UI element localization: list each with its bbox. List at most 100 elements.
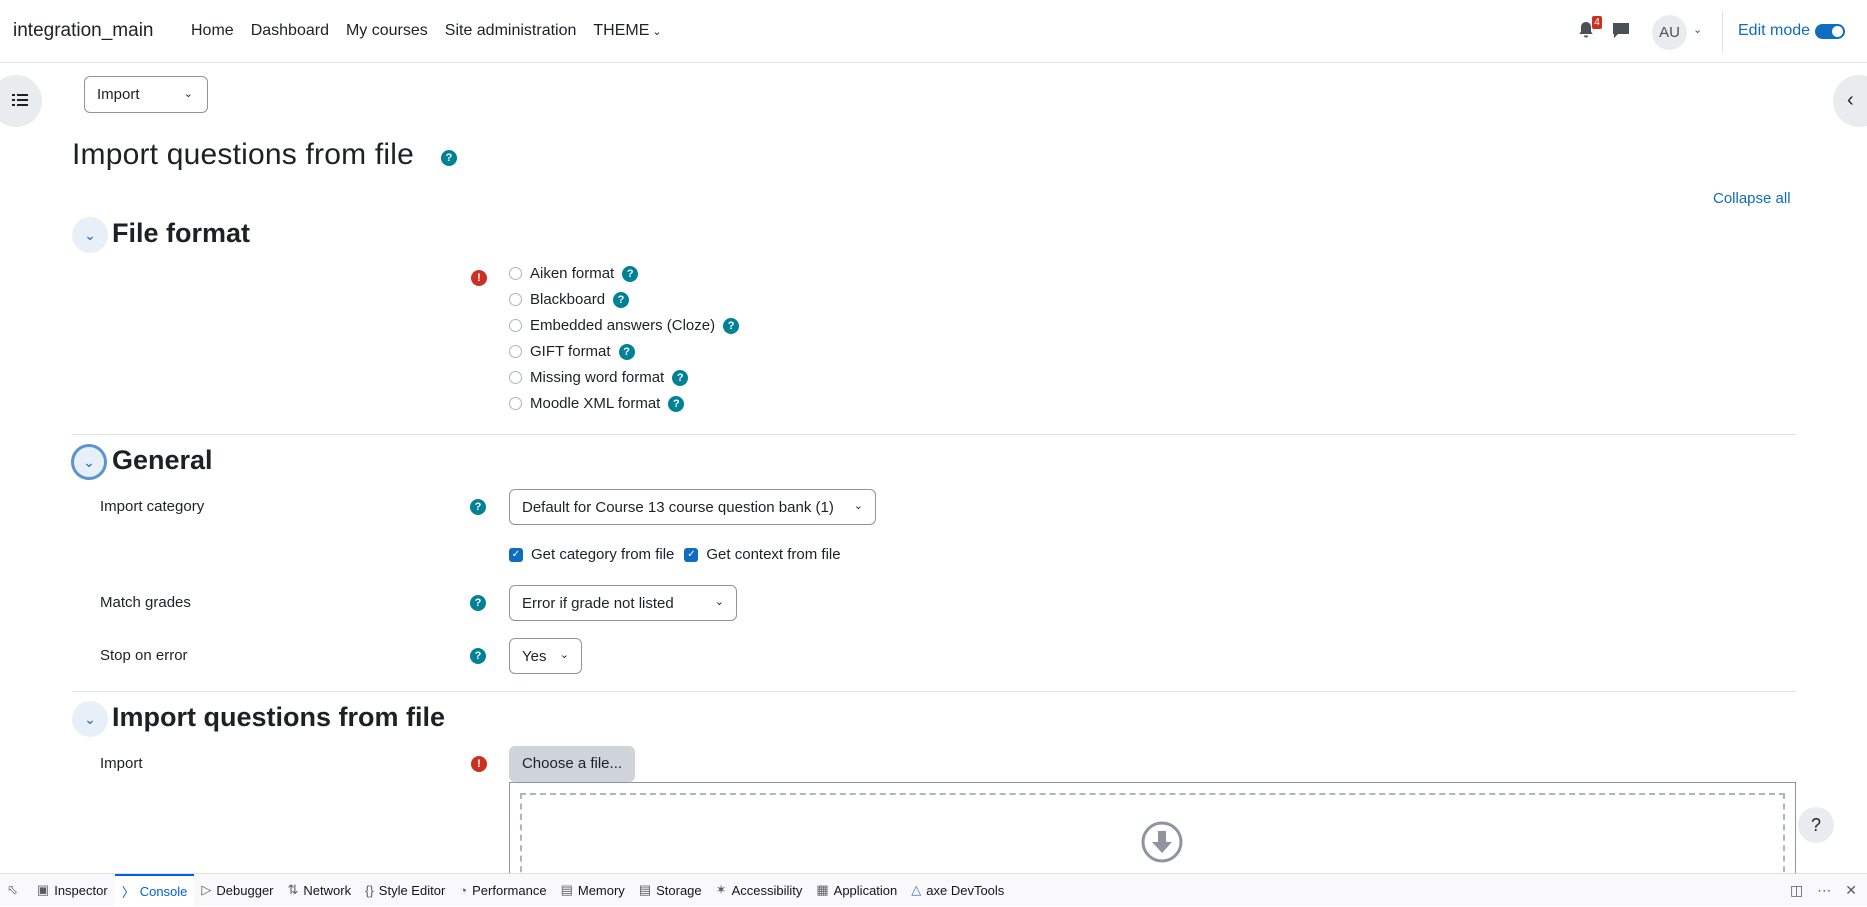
chevron-left-icon: ‹ <box>1847 89 1854 111</box>
section-toggle-file-format[interactable]: ⌄ <box>72 217 108 253</box>
devtools-tab-debugger[interactable]: ▷ Debugger <box>194 874 280 907</box>
section-toggle-general[interactable]: ⌄ <box>71 444 107 480</box>
radio-moodle-xml[interactable]: Moodle XML format? <box>509 395 685 412</box>
devtools-tab-style-editor[interactable]: {} Style Editor <box>358 874 452 907</box>
devtools-tab-network[interactable]: ⇅ Network <box>281 874 359 907</box>
chevron-down-icon: ⌄ <box>714 596 724 608</box>
performance-icon: ◔ <box>459 882 468 898</box>
radio-label: Missing word format <box>530 369 665 386</box>
help-icon[interactable]: ? <box>618 343 635 360</box>
storage-icon: ▤ <box>638 882 652 897</box>
element-picker-icon: ⬁ <box>7 882 18 897</box>
radio-button[interactable] <box>509 319 522 332</box>
chevron-down-icon: ⌄ <box>652 26 662 38</box>
site-name[interactable]: integration_main <box>13 20 153 42</box>
devtools-actions: ◫ ⋯ ✕ <box>1790 882 1857 899</box>
radio-label: Aiken format <box>530 265 615 282</box>
radio-label: Blackboard <box>530 291 606 308</box>
help-icon[interactable]: ? <box>470 648 486 664</box>
match-grades-value: Error if grade not listed <box>522 595 674 612</box>
message-icon[interactable] <box>1612 22 1630 39</box>
help-icon[interactable]: ? <box>672 369 689 386</box>
radio-cloze[interactable]: Embedded answers (Cloze)? <box>509 317 740 334</box>
section-divider <box>72 691 1796 692</box>
help-icon[interactable]: ? <box>613 291 630 308</box>
collapse-all-link[interactable]: Collapse all <box>1713 190 1791 207</box>
help-icon[interactable]: ? <box>723 317 740 334</box>
close-icon[interactable]: ✕ <box>1845 882 1857 899</box>
devtools-tab-application[interactable]: ▦ Application <box>809 874 904 907</box>
radio-button[interactable] <box>509 267 522 280</box>
nav-theme[interactable]: THEME ⌄ <box>593 22 661 40</box>
pick-element-button[interactable]: ⬁ <box>0 874 30 907</box>
radio-gift[interactable]: GIFT format? <box>509 343 635 360</box>
memory-icon: ▤ <box>560 882 573 897</box>
accessibility-icon: ✶ <box>715 882 727 897</box>
get-category-label: Get category from file <box>531 546 675 563</box>
chevron-down-icon: ⌄ <box>853 500 863 512</box>
get-context-checkbox[interactable]: ✓ <box>684 547 699 562</box>
radio-button[interactable] <box>509 371 522 384</box>
block-drawer-button[interactable]: ‹ <box>1833 75 1867 127</box>
devtools-tab-label: Application <box>833 882 898 898</box>
help-icon[interactable]: ? <box>470 595 486 611</box>
more-options-icon[interactable]: ⋯ <box>1817 882 1831 899</box>
devtools-tab-axe[interactable]: △ axe DevTools <box>904 874 1011 907</box>
import-category-label: Import category <box>100 498 205 515</box>
notification-count-badge: 4 <box>1592 16 1602 29</box>
radio-missing-word[interactable]: Missing word format? <box>509 369 689 386</box>
devtools-tab-memory[interactable]: ▤ Memory <box>554 874 632 907</box>
choose-file-button[interactable]: Choose a file... <box>509 746 635 782</box>
console-icon: 〉 <box>121 884 135 900</box>
footer-help-button[interactable]: ? <box>1798 807 1834 843</box>
import-category-select[interactable]: Default for Course 13 course question ba… <box>509 489 876 525</box>
radio-button[interactable] <box>509 397 522 410</box>
chevron-down-icon: ⌄ <box>559 649 569 661</box>
edit-mode-toggle[interactable] <box>1815 24 1845 39</box>
avatar[interactable]: AU <box>1652 15 1687 50</box>
primary-nav: Home Dashboard My courses Site administr… <box>191 22 679 40</box>
nav-site-administration[interactable]: Site administration <box>445 22 577 40</box>
section-title-general: General <box>112 445 213 475</box>
import-file-label: Import <box>100 755 143 772</box>
devtools-tab-inspector[interactable]: ▣ Inspector <box>30 874 115 907</box>
section-title-import-file: Import questions from file <box>112 702 446 732</box>
help-icon[interactable]: ? <box>668 395 685 412</box>
nav-home[interactable]: Home <box>191 22 234 40</box>
chevron-down-icon: ⌄ <box>183 88 193 100</box>
devtools-tab-storage[interactable]: ▤ Storage <box>632 874 709 907</box>
question-bank-nav-select[interactable]: Import ⌄ <box>84 76 208 113</box>
list-icon <box>12 94 28 106</box>
radio-aiken[interactable]: Aiken format? <box>509 265 639 282</box>
chevron-down-icon[interactable]: ⌄ <box>1693 23 1702 36</box>
chevron-down-icon: ⌄ <box>84 227 96 243</box>
section-toggle-import-file[interactable]: ⌄ <box>72 701 108 737</box>
nav-dashboard[interactable]: Dashboard <box>251 22 329 40</box>
devtools-tab-label: Performance <box>472 882 547 898</box>
radio-button[interactable] <box>509 293 522 306</box>
radio-button[interactable] <box>509 345 522 358</box>
devtools-tab-accessibility[interactable]: ✶ Accessibility <box>709 874 810 907</box>
match-grades-select[interactable]: Error if grade not listed ⌄ <box>509 585 737 621</box>
help-icon[interactable]: ? <box>622 265 639 282</box>
stop-on-error-select[interactable]: Yes ⌄ <box>509 638 582 674</box>
get-category-checkbox[interactable]: ✓ <box>509 547 523 562</box>
dock-side-icon[interactable]: ◫ <box>1790 882 1803 899</box>
radio-blackboard[interactable]: Blackboard? <box>509 291 630 308</box>
help-icon[interactable]: ? <box>441 150 457 166</box>
import-category-value: Default for Course 13 course question ba… <box>522 499 834 516</box>
file-dropzone[interactable] <box>509 782 1796 893</box>
radio-label: Embedded answers (Cloze) <box>530 317 716 334</box>
devtools-tab-label: Style Editor <box>378 882 446 898</box>
devtools-tab-performance[interactable]: ◔ Performance <box>452 874 553 907</box>
stop-on-error-value: Yes <box>522 648 547 665</box>
devtools-toolbar: ⬁ ▣ Inspector 〉 Console ▷ Debugger ⇅ Network… <box>0 873 1867 907</box>
debugger-icon: ▷ <box>201 882 212 897</box>
devtools-tab-label: Memory <box>577 882 625 898</box>
devtools-tab-console[interactable]: 〉 Console <box>114 873 195 907</box>
help-icon[interactable]: ? <box>470 499 486 515</box>
nav-my-courses[interactable]: My courses <box>346 22 428 40</box>
course-index-drawer-button[interactable] <box>0 75 42 127</box>
devtools-tab-label: Storage <box>656 882 702 898</box>
chevron-down-icon: ⌄ <box>83 454 95 470</box>
